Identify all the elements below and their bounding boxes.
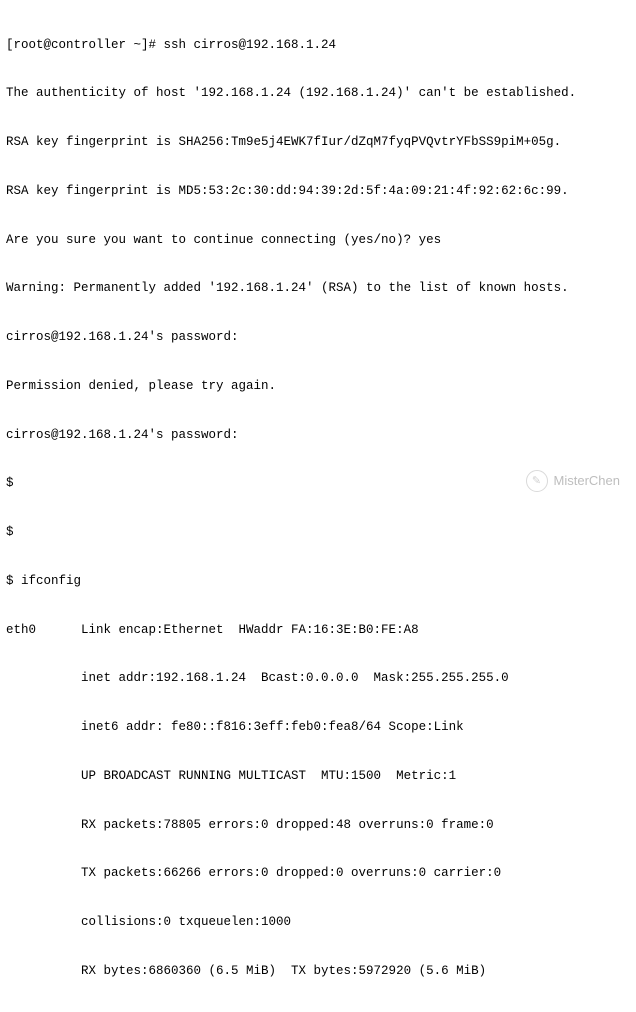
terminal-line: UP BROADCAST RUNNING MULTICAST MTU:1500 … bbox=[6, 768, 630, 784]
terminal-line: TX packets:66266 errors:0 dropped:0 over… bbox=[6, 865, 630, 881]
terminal-line: inet addr:192.168.1.24 Bcast:0.0.0.0 Mas… bbox=[6, 670, 630, 686]
terminal-line: RX packets:78805 errors:0 dropped:48 ove… bbox=[6, 817, 630, 833]
terminal-line: Permission denied, please try again. bbox=[6, 378, 630, 394]
terminal-line: RSA key fingerprint is SHA256:Tm9e5j4EWK… bbox=[6, 134, 630, 150]
watermark: ✎ MisterChen bbox=[526, 470, 620, 492]
watermark-icon: ✎ bbox=[526, 470, 548, 492]
terminal-line: The authenticity of host '192.168.1.24 (… bbox=[6, 85, 630, 101]
terminal-line: cirros@192.168.1.24's password: bbox=[6, 427, 630, 443]
terminal-line: [root@controller ~]# ssh cirros@192.168.… bbox=[6, 37, 630, 53]
terminal-line: cirros@192.168.1.24's password: bbox=[6, 329, 630, 345]
watermark-text: MisterChen bbox=[554, 473, 620, 490]
terminal-line: Are you sure you want to continue connec… bbox=[6, 232, 630, 248]
terminal-line: collisions:0 txqueuelen:1000 bbox=[6, 914, 630, 930]
terminal-line: Warning: Permanently added '192.168.1.24… bbox=[6, 280, 630, 296]
terminal-line: $ bbox=[6, 524, 630, 540]
terminal-output: [root@controller ~]# ssh cirros@192.168.… bbox=[6, 4, 630, 1012]
terminal-line: RSA key fingerprint is MD5:53:2c:30:dd:9… bbox=[6, 183, 630, 199]
terminal-line: RX bytes:6860360 (6.5 MiB) TX bytes:5972… bbox=[6, 963, 630, 979]
terminal-line: $ ifconfig bbox=[6, 573, 630, 589]
terminal-line: eth0 Link encap:Ethernet HWaddr FA:16:3E… bbox=[6, 622, 630, 638]
terminal-line: inet6 addr: fe80::f816:3eff:feb0:fea8/64… bbox=[6, 719, 630, 735]
